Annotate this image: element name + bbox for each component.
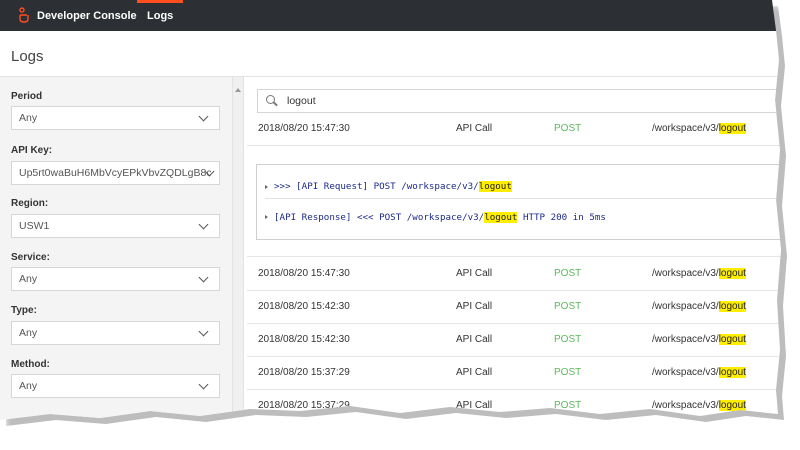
api-response-entry[interactable]: [API Response] <<< POST /workspace/v3/lo… <box>265 205 780 229</box>
search-input[interactable] <box>287 95 737 107</box>
service-label: Service: <box>11 252 50 263</box>
chevron-down-icon <box>198 379 209 390</box>
log-path: /workspace/v3/logout <box>652 123 746 134</box>
log-type: API Call <box>456 123 493 134</box>
nav-tab-logs-label: Logs <box>147 9 174 22</box>
method-label: Method: <box>11 359 50 370</box>
log-method: POST <box>554 123 582 134</box>
log-row[interactable]: 2018/08/20 15:47:30 API Call POST /works… <box>247 258 781 291</box>
method-value: Any <box>19 380 38 392</box>
log-path-prefix: /workspace/v3/ <box>652 123 719 134</box>
page-title: Logs <box>11 48 44 65</box>
expand-triangle-icon[interactable] <box>265 184 268 189</box>
page-header: Logs <box>0 31 781 77</box>
api-request-text: >>> [API Request] POST /workspace/v3/ <box>274 181 479 192</box>
log-time: 2018/08/20 15:42:30 <box>258 301 350 312</box>
search-highlight: logout <box>718 301 746 312</box>
period-select[interactable]: Any <box>11 106 220 130</box>
type-label: Type: <box>11 305 37 316</box>
log-path-prefix: /workspace/v3/ <box>652 334 719 345</box>
sidebar-scrollbar[interactable] <box>233 77 244 420</box>
log-path: /workspace/v3/logout <box>652 268 746 279</box>
search-highlight: logout <box>718 367 746 378</box>
chevron-down-icon <box>198 111 209 122</box>
expand-triangle-icon[interactable] <box>265 215 268 219</box>
log-path: /workspace/v3/logout <box>652 367 746 378</box>
search-icon <box>266 95 278 107</box>
nav-tab-logs[interactable]: Logs <box>137 0 184 31</box>
period-label: Period <box>11 91 43 102</box>
log-method: POST <box>554 301 582 312</box>
log-time: 2018/08/20 15:37:29 <box>258 367 350 378</box>
search-highlight: logout <box>478 181 512 192</box>
type-value: Any <box>19 327 38 339</box>
log-path-prefix: /workspace/v3/ <box>652 367 719 378</box>
log-path-prefix: /workspace/v3/ <box>652 301 719 312</box>
region-value: USW1 <box>19 220 50 232</box>
scroll-up-icon[interactable] <box>235 88 241 92</box>
log-time: 2018/08/20 15:42:30 <box>258 334 350 345</box>
log-path-prefix: /workspace/v3/ <box>652 268 719 279</box>
service-value: Any <box>19 273 38 285</box>
search-highlight: logout <box>718 123 746 134</box>
log-method: POST <box>554 367 582 378</box>
api-response-text: [API Response] <<< POST /workspace/v3/ <box>274 211 485 223</box>
api-key-select[interactable]: Up5rt0waBuH6MbVcyEPkVbvZQDLgB8cFf0Vncs <box>11 161 220 185</box>
chevron-down-icon <box>198 219 209 230</box>
log-method: POST <box>554 334 582 345</box>
filter-sidebar: Period Any API Key: Up5rt0waBuH6MbVcyEPk… <box>0 77 233 420</box>
log-row[interactable]: 2018/08/20 15:42:30 API Call POST /works… <box>247 291 781 324</box>
method-select[interactable]: Any <box>11 374 220 398</box>
log-type: API Call <box>456 301 493 312</box>
chevron-down-icon <box>198 272 209 283</box>
api-key-value: Up5rt0waBuH6MbVcyEPkVbvZQDLgB8cFf0Vncs <box>19 167 211 179</box>
api-key-label: API Key: <box>11 145 53 156</box>
region-select[interactable]: USW1 <box>11 214 220 238</box>
log-detail-panel: >>> [API Request] POST /workspace/v3/log… <box>256 164 781 240</box>
log-path: /workspace/v3/logout <box>652 301 746 312</box>
log-row[interactable]: 2018/08/20 15:42:30 API Call POST /works… <box>247 324 781 357</box>
log-time: 2018/08/20 15:47:30 <box>258 123 350 134</box>
log-search-bar[interactable] <box>257 89 781 113</box>
top-nav-bar: Developer Console Logs <box>0 0 781 31</box>
log-path-prefix: /workspace/v3/ <box>652 400 719 411</box>
log-row[interactable]: 2018/08/20 15:47:30 API Call POST /works… <box>247 113 781 146</box>
search-highlight: logout <box>718 334 746 345</box>
period-value: Any <box>19 112 38 124</box>
app-title[interactable]: Developer Console <box>37 10 137 22</box>
chevron-down-icon <box>198 326 209 337</box>
type-select[interactable]: Any <box>11 321 220 345</box>
log-type: API Call <box>456 268 493 279</box>
log-row[interactable]: 2018/08/20 15:37:29 API Call POST /works… <box>247 357 781 390</box>
service-select[interactable]: Any <box>11 267 220 291</box>
search-highlight: logout <box>718 400 746 411</box>
api-response-status: HTTP 200 in 5ms <box>517 211 606 223</box>
genesys-logo-icon <box>17 6 31 25</box>
log-path: /workspace/v3/logout <box>652 400 746 411</box>
log-path: /workspace/v3/logout <box>652 334 746 345</box>
app-window: Developer Console Logs Logs Period Any A… <box>0 0 781 420</box>
log-type: API Call <box>456 367 493 378</box>
region-label: Region: <box>11 198 49 209</box>
api-request-entry[interactable]: >>> [API Request] POST /workspace/v3/log… <box>265 175 780 199</box>
log-method: POST <box>554 268 582 279</box>
search-highlight: logout <box>484 211 518 223</box>
log-time: 2018/08/20 15:47:30 <box>258 268 350 279</box>
detail-spacer <box>247 240 781 257</box>
search-highlight: logout <box>718 268 746 279</box>
log-type: API Call <box>456 334 493 345</box>
